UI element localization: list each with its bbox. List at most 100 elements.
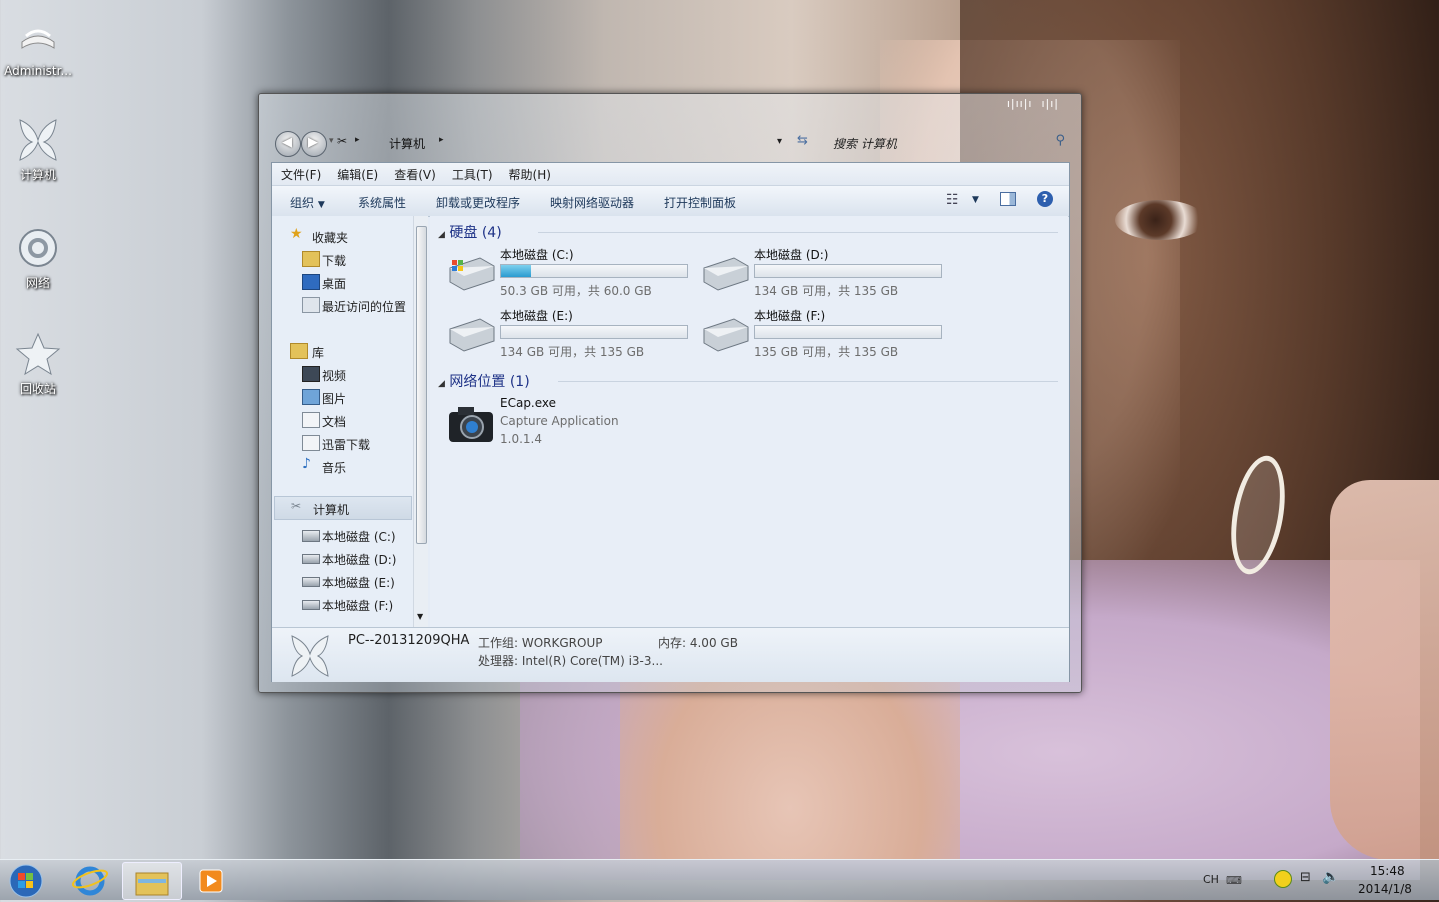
user-folder-icon bbox=[14, 14, 62, 62]
star-icon: ★ bbox=[290, 226, 303, 242]
search-icon[interactable]: ⚲ bbox=[1055, 133, 1065, 148]
keyboard-icon[interactable]: ⌨ bbox=[1226, 874, 1242, 887]
nav-item-thunder-downloads[interactable]: 迅雷下载 bbox=[272, 433, 412, 453]
organize-button[interactable]: 组织 ▼ bbox=[290, 194, 325, 211]
desktop-icon-recycle-bin[interactable]: 回收站 bbox=[2, 330, 74, 397]
chevron-right-icon[interactable]: ▸ bbox=[355, 135, 360, 145]
desktop-icon-network[interactable]: 网络 bbox=[2, 224, 74, 291]
menu-file[interactable]: 文件(F) bbox=[272, 163, 328, 183]
drive-c[interactable]: 本地磁盘 (C:) 50.3 GB 可用，共 60.0 GB bbox=[446, 246, 696, 302]
clock-date[interactable]: 2014/1/8 bbox=[1358, 882, 1412, 896]
group-divider bbox=[558, 381, 1058, 382]
network-tray-icon[interactable]: ⊟ bbox=[1300, 870, 1311, 885]
open-control-panel-button[interactable]: 打开控制面板 bbox=[664, 194, 736, 211]
workgroup: 工作组: WORKGROUP bbox=[478, 636, 603, 650]
help-icon[interactable]: ? bbox=[1037, 191, 1053, 207]
desktop-icon-label: 网络 bbox=[25, 276, 50, 290]
network-item-ecap[interactable]: ECap.exe Capture Application 1.0.1.4 bbox=[446, 396, 696, 456]
taskbar-media-player[interactable] bbox=[192, 862, 232, 898]
search-input[interactable]: 搜索 计算机 bbox=[833, 135, 897, 152]
menu-tools[interactable]: 工具(T) bbox=[443, 163, 500, 183]
internet-explorer-icon bbox=[71, 866, 109, 896]
nav-label: 收藏夹 bbox=[312, 231, 349, 245]
drive-name: 本地磁盘 (F:) bbox=[754, 309, 826, 323]
address-bar: ◀ ▶ ▾ ✂ ▸ 计算机 ▸ ▾ ⇆ 搜索 计算机 ⚲ bbox=[273, 130, 1067, 157]
drive-d[interactable]: 本地磁盘 (D:) 134 GB 可用，共 135 GB bbox=[700, 246, 950, 302]
processor: 处理器: Intel(R) Core(TM) i3-3... bbox=[478, 654, 663, 668]
breadcrumb-computer[interactable]: 计算机 bbox=[389, 135, 425, 152]
app-name: ECap.exe bbox=[500, 396, 557, 410]
menu-help[interactable]: 帮助(H) bbox=[500, 163, 558, 183]
app-description: Capture Application bbox=[500, 414, 619, 428]
nav-libraries[interactable]: 库 bbox=[272, 341, 412, 361]
start-button[interactable] bbox=[4, 862, 48, 898]
refresh-icon[interactable]: ⇆ bbox=[797, 133, 808, 148]
drive-f-icon bbox=[302, 600, 320, 610]
security-tray-icon[interactable] bbox=[1274, 870, 1292, 888]
nav-label: 文档 bbox=[322, 415, 347, 429]
view-options-icon[interactable]: ☷ bbox=[946, 192, 959, 208]
nav-label: 迅雷下载 bbox=[322, 438, 371, 452]
drive-c-icon bbox=[302, 530, 320, 542]
map-network-drive-button[interactable]: 映射网络驱动器 bbox=[550, 194, 634, 211]
desktop-icon-label: 回收站 bbox=[19, 382, 56, 396]
content-pane: ◢ 硬盘 (4) 本地磁盘 (C:) 50.3 GB 可用，共 60.0 GB … bbox=[430, 216, 1068, 627]
history-dropdown-icon[interactable]: ▾ bbox=[329, 136, 334, 146]
nav-item-drive-c[interactable]: 本地磁盘 (C:) bbox=[272, 525, 412, 545]
nav-item-drive-d[interactable]: 本地磁盘 (D:) bbox=[272, 548, 412, 568]
forward-button[interactable]: ▶ bbox=[301, 131, 327, 157]
collapse-triangle-icon[interactable]: ◢ bbox=[438, 230, 445, 240]
nav-item-recent[interactable]: 最近访问的位置 bbox=[272, 295, 412, 315]
drive-name: 本地磁盘 (C:) bbox=[500, 248, 574, 262]
window-control-buttons[interactable]: ı|ıı|ı ı|ı| bbox=[1007, 97, 1059, 110]
language-indicator[interactable]: CH bbox=[1203, 873, 1219, 886]
menu-view[interactable]: 查看(V) bbox=[385, 163, 443, 183]
nav-item-music[interactable]: ♪ 音乐 bbox=[272, 456, 412, 476]
nav-item-videos[interactable]: 视频 bbox=[272, 364, 412, 384]
volume-icon[interactable]: 🔈 bbox=[1322, 869, 1339, 885]
view-dropdown-icon[interactable]: ▼ bbox=[972, 195, 979, 205]
back-button[interactable]: ◀ bbox=[275, 131, 301, 157]
system-properties-button[interactable]: 系统属性 bbox=[358, 194, 406, 211]
group-title: 硬盘 (4) bbox=[449, 225, 502, 241]
nav-scrollbar-thumb[interactable] bbox=[416, 226, 427, 544]
nav-favorites[interactable]: ★ 收藏夹 bbox=[272, 226, 412, 246]
nav-item-desktop[interactable]: 桌面 bbox=[272, 272, 412, 292]
nav-item-drive-f[interactable]: 本地磁盘 (F:) bbox=[272, 594, 412, 614]
nav-computer[interactable]: ✂ 计算机 bbox=[274, 496, 412, 520]
video-icon bbox=[302, 366, 320, 382]
drive-name: 本地磁盘 (E:) bbox=[500, 309, 573, 323]
desktop-icon-computer[interactable]: 计算机 bbox=[2, 116, 74, 183]
chevron-right-icon[interactable]: ▸ bbox=[439, 135, 444, 145]
taskbar-explorer[interactable] bbox=[122, 862, 182, 900]
menu-edit[interactable]: 编辑(E) bbox=[328, 163, 385, 183]
drive-e-icon bbox=[302, 577, 320, 587]
clock-time[interactable]: 15:48 bbox=[1370, 864, 1405, 878]
nav-item-downloads[interactable]: 下载 bbox=[272, 249, 412, 269]
collapse-triangle-icon[interactable]: ◢ bbox=[438, 379, 445, 389]
documents-icon bbox=[302, 412, 320, 428]
scroll-down-arrow-icon[interactable]: ▼ bbox=[417, 612, 423, 621]
preview-pane-icon[interactable] bbox=[1000, 192, 1016, 206]
group-network-locations[interactable]: ◢ 网络位置 (1) bbox=[438, 371, 1058, 391]
search-box[interactable]: 搜索 计算机 ⚲ bbox=[833, 133, 1065, 153]
explorer-window: ı|ıı|ı ı|ı| ◀ ▶ ▾ ✂ ▸ 计算机 ▸ ▾ ⇆ 搜索 计算机 ⚲… bbox=[258, 93, 1082, 693]
drive-usage-bar bbox=[500, 264, 688, 278]
nav-label: 图片 bbox=[322, 392, 347, 406]
nav-scrollbar[interactable]: ▼ bbox=[413, 216, 428, 627]
camera-icon bbox=[449, 407, 493, 442]
drive-e[interactable]: 本地磁盘 (E:) 134 GB 可用，共 135 GB bbox=[446, 307, 696, 363]
uninstall-programs-button[interactable]: 卸载或更改程序 bbox=[436, 194, 520, 211]
address-dropdown-icon[interactable]: ▾ bbox=[777, 136, 782, 147]
desktop-icon-user-folder[interactable]: Administr... bbox=[2, 14, 74, 78]
group-hard-drives[interactable]: ◢ 硬盘 (4) bbox=[438, 222, 1058, 242]
nav-item-documents[interactable]: 文档 bbox=[272, 410, 412, 430]
drive-space-info: 50.3 GB 可用，共 60.0 GB bbox=[500, 284, 652, 298]
wallpaper-hand bbox=[1330, 480, 1439, 860]
nav-item-drive-e[interactable]: 本地磁盘 (E:) bbox=[272, 571, 412, 591]
folder-icon bbox=[135, 872, 169, 896]
drive-f[interactable]: 本地磁盘 (F:) 135 GB 可用，共 135 GB bbox=[700, 307, 950, 363]
music-note-icon: ♪ bbox=[302, 456, 311, 472]
taskbar-internet-explorer[interactable] bbox=[68, 862, 116, 898]
nav-item-pictures[interactable]: 图片 bbox=[272, 387, 412, 407]
